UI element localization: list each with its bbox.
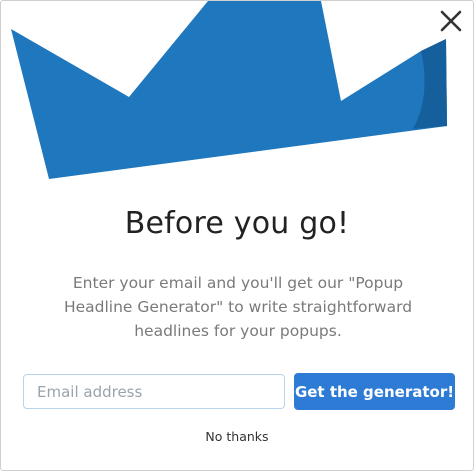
exit-intent-popup: Before you go! Enter your email and you'… <box>0 0 474 471</box>
crown-graphic <box>11 1 447 179</box>
popup-headline: Before you go! <box>124 206 350 241</box>
get-generator-button[interactable]: Get the generator! <box>294 373 455 410</box>
close-icon[interactable] <box>438 8 464 34</box>
email-input[interactable] <box>23 374 285 409</box>
no-thanks-link[interactable]: No thanks <box>1 429 473 444</box>
popup-description: Enter your email and you'll get our "Pop… <box>63 274 413 340</box>
